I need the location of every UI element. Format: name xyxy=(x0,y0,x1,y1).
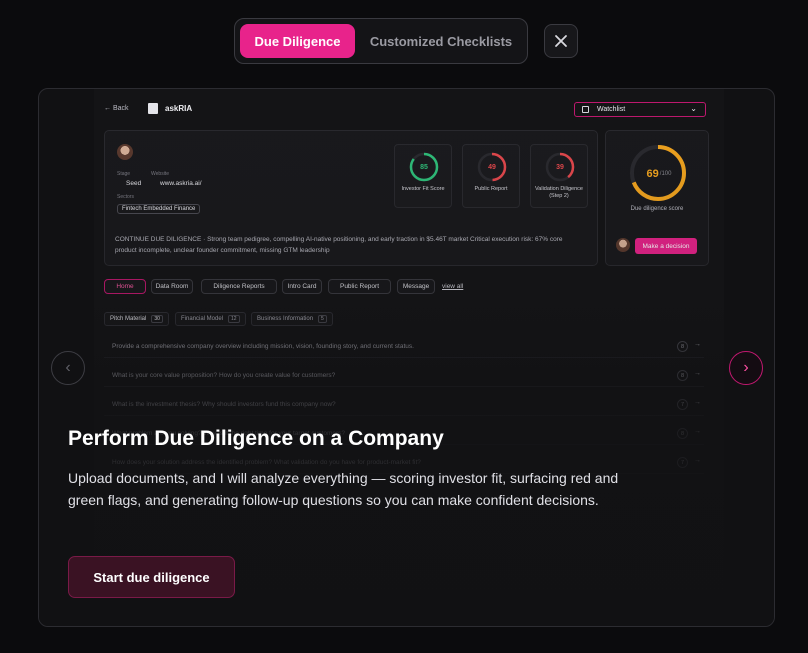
subtab-label: Business Information xyxy=(257,316,314,322)
subtab-count: 30 xyxy=(151,315,163,323)
watchlist-dropdown: Watchlist ⌄ xyxy=(574,102,706,117)
question-count: 8 xyxy=(677,428,688,439)
arrow-right-icon: → xyxy=(694,370,701,377)
tab-intro-card: Intro Card xyxy=(282,279,322,294)
list-item: What is your core value proposition? How… xyxy=(104,366,704,387)
mode-tab-bar: Due Diligence Customized Checklists xyxy=(234,18,528,64)
website-value: www.askria.ai/ xyxy=(160,180,202,187)
arrow-right-icon: → xyxy=(694,341,701,348)
list-item: Provide a comprehensive company overview… xyxy=(104,337,704,358)
dd-score-panel: 69/100 Due diligence score Make a decisi… xyxy=(605,130,709,266)
company-panel: Stage Seed Website www.askria.ai/ Sector… xyxy=(104,130,598,266)
dd-score-label: Due diligence score xyxy=(630,206,684,212)
public-report-label: Public Report xyxy=(474,186,508,192)
back-link: ← Back xyxy=(104,105,129,112)
validation-diligence-label: Validation Diligence (Step 2) xyxy=(535,186,583,199)
previous-slide-button[interactable]: ‹ xyxy=(51,351,85,385)
start-due-diligence-button[interactable]: Start due diligence xyxy=(68,556,235,598)
website-label: Website xyxy=(151,171,169,177)
tab-home: Home xyxy=(104,279,146,294)
view-all-link: view all xyxy=(442,283,464,290)
stage-label: Stage xyxy=(117,171,131,177)
subtab-label: Financial Model xyxy=(181,316,224,322)
diligence-summary: CONTINUE DUE DILIGENCE · Strong team ped… xyxy=(115,236,563,254)
make-decision-button: Make a decision xyxy=(635,238,697,254)
stage-value: Seed xyxy=(126,180,142,187)
tab-message: Message xyxy=(397,279,435,294)
investor-fit-label: Investor Fit Score xyxy=(401,186,445,192)
subtab-financial-model: Financial Model 12 xyxy=(175,312,246,326)
watchlist-label: Watchlist xyxy=(597,106,626,113)
validation-diligence-score: 39 Validation Diligence (Step 2) xyxy=(530,144,588,208)
question-count: 8 xyxy=(677,341,688,352)
investor-fit-score: 85 Investor Fit Score xyxy=(394,144,452,208)
question-count: 7 xyxy=(677,399,688,410)
question-text: What is your core value proposition? How… xyxy=(112,372,336,379)
preview-screenshot: ← Back askRIA Watchlist ⌄ Stage Seed Web… xyxy=(94,89,724,626)
subtab-label: Pitch Material xyxy=(110,316,147,322)
close-button[interactable] xyxy=(544,24,578,58)
onboarding-card: ← Back askRIA Watchlist ⌄ Stage Seed Web… xyxy=(38,88,775,627)
investor-fit-value: 85 xyxy=(420,163,428,171)
next-slide-button[interactable]: › xyxy=(729,351,763,385)
bookmark-icon xyxy=(582,106,589,113)
app-name: askRIA xyxy=(165,104,193,113)
question-text: Provide a comprehensive company overview… xyxy=(112,343,414,350)
sectors-label: Sectors xyxy=(117,194,134,200)
subtab-count: 5 xyxy=(318,315,327,323)
validation-diligence-value: 39 xyxy=(556,163,564,171)
question-count: 7 xyxy=(677,457,688,468)
slide-headline: Perform Due Diligence on a Company xyxy=(68,427,444,450)
chevron-right-icon: › xyxy=(743,359,749,376)
chevron-left-icon: ‹ xyxy=(65,359,71,376)
avatar xyxy=(117,144,133,160)
tab-public-report: Public Report xyxy=(328,279,391,294)
close-icon xyxy=(555,35,567,47)
question-text: How does your solution address the ident… xyxy=(112,459,421,466)
tab-diligence-reports: Diligence Reports xyxy=(201,279,277,294)
subtab-pitch-material: Pitch Material 30 xyxy=(104,312,169,326)
chevron-down-icon: ⌄ xyxy=(690,104,697,113)
dd-score-suffix: /100 xyxy=(659,171,672,177)
dd-score-value: 69/100 xyxy=(632,159,686,189)
tab-customized-checklists[interactable]: Customized Checklists xyxy=(361,24,521,58)
subtab-business-information: Business Information 5 xyxy=(251,312,333,326)
sector-chip: Fintech Embedded Finance xyxy=(117,204,201,214)
list-item: What is the investment thesis? Why shoul… xyxy=(104,395,704,416)
subtab-count: 12 xyxy=(228,315,240,323)
arrow-right-icon: → xyxy=(694,399,701,406)
avatar xyxy=(616,238,630,252)
question-count: 8 xyxy=(677,370,688,381)
arrow-right-icon: → xyxy=(694,428,701,435)
question-text: What is the investment thesis? Why shoul… xyxy=(112,401,336,408)
public-report-score: 49 Public Report xyxy=(462,144,520,208)
arrow-right-icon: → xyxy=(694,457,701,464)
public-report-value: 49 xyxy=(488,163,496,171)
dd-score-number: 69 xyxy=(646,168,659,180)
slide-description: Upload documents, and I will analyze eve… xyxy=(68,470,619,508)
tab-due-diligence[interactable]: Due Diligence xyxy=(240,24,355,58)
app-logo-icon xyxy=(148,103,158,114)
tab-data-room: Data Room xyxy=(151,279,193,294)
